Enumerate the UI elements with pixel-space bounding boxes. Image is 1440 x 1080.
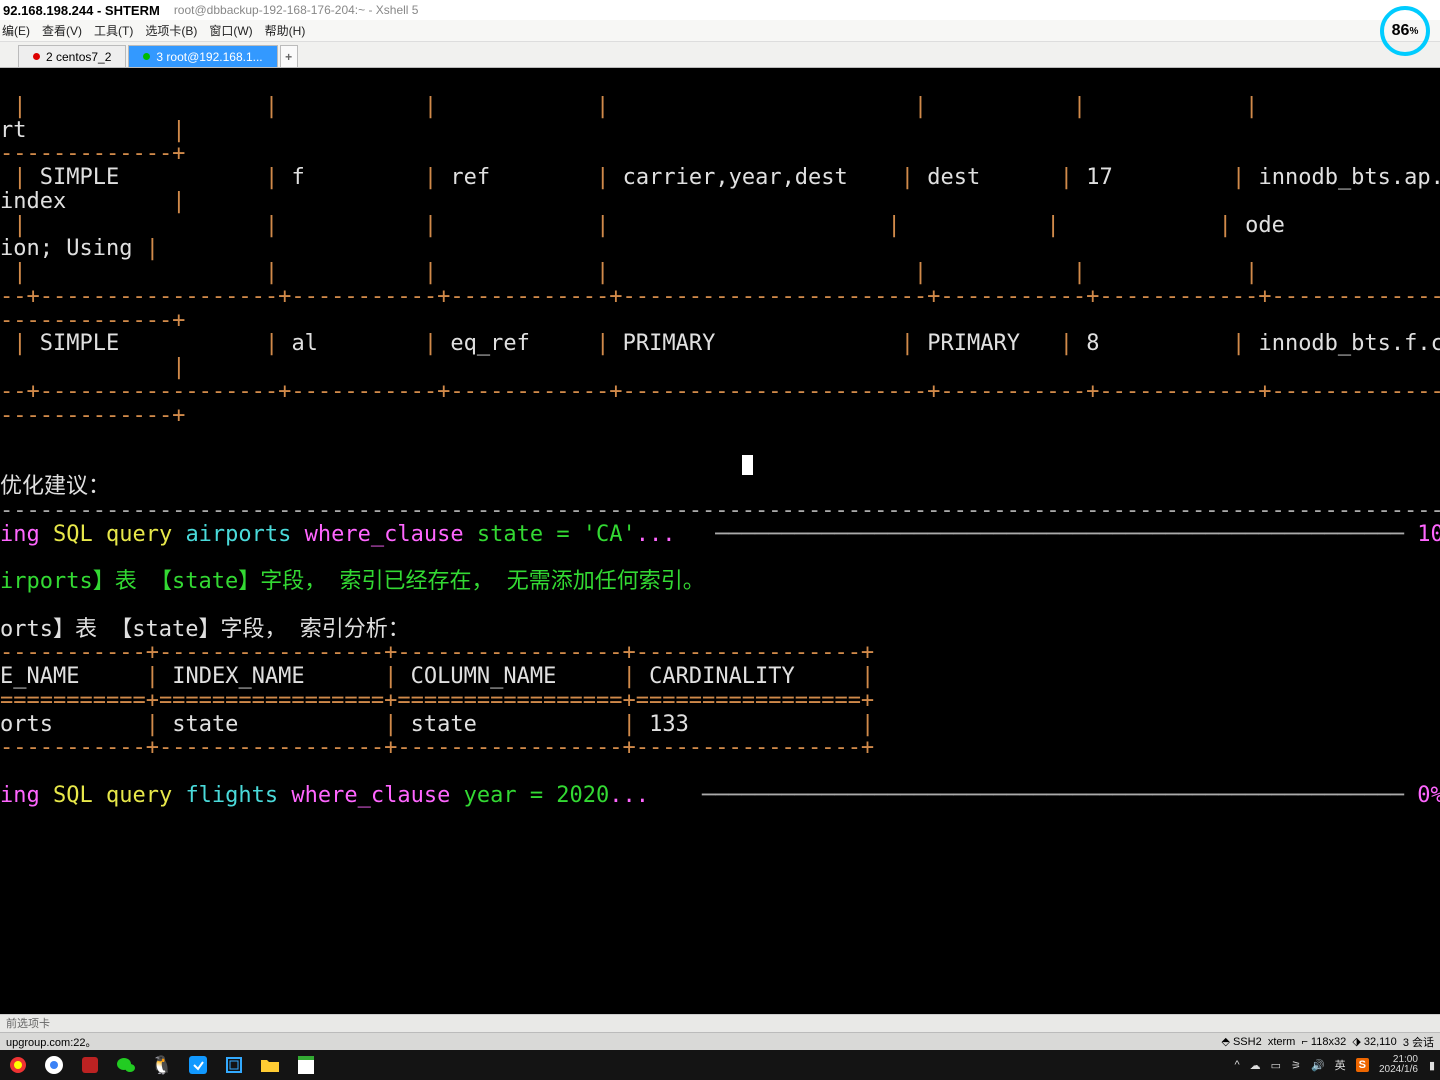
app-icon-2[interactable]: [180, 1050, 216, 1080]
menu-window[interactable]: 窗口(W): [209, 22, 252, 39]
status-sess: 3 会话: [1403, 1034, 1434, 1050]
tray-arrow-icon[interactable]: ^: [1235, 1059, 1240, 1071]
tray-wifi-icon[interactable]: ⚞: [1291, 1059, 1301, 1072]
hint-bar: 前选项卡: [0, 1014, 1440, 1032]
terminal[interactable]: | | | | | | | | | rt | -------------+ | …: [0, 68, 1440, 1014]
text-cursor: [742, 455, 753, 475]
tray-date: 2024/1/6: [1379, 1065, 1418, 1076]
tab-label: 2 centos7_2: [46, 50, 111, 64]
wechat-icon[interactable]: [108, 1050, 144, 1080]
menu-edit[interactable]: 编(E): [2, 22, 30, 39]
tab-add[interactable]: +: [280, 45, 298, 67]
vmware-icon[interactable]: [216, 1050, 252, 1080]
menu-tabs[interactable]: 选项卡(B): [145, 22, 197, 39]
tray-onedrive-icon[interactable]: ☁: [1250, 1059, 1261, 1072]
menu-bar: 编(E) 查看(V) 工具(T) 选项卡(B) 窗口(W) 帮助(H): [0, 20, 1440, 42]
window-title: 92.168.198.244 - SHTERM: [3, 3, 160, 18]
status-size: ⌐ 118x32: [1301, 1036, 1346, 1048]
cpu-value: 86: [1392, 22, 1410, 40]
tab-label: 3 root@192.168.1...: [156, 50, 262, 64]
tray-ime[interactable]: 英: [1335, 1057, 1346, 1073]
tray-volume-icon[interactable]: 🔊: [1311, 1059, 1325, 1072]
status-dot-icon: [143, 53, 150, 60]
notepad-icon[interactable]: [288, 1050, 324, 1080]
menu-view[interactable]: 查看(V): [42, 22, 82, 39]
xshell-icon[interactable]: [72, 1050, 108, 1080]
host-path: upgroup.com:22。: [6, 1034, 97, 1050]
menu-help[interactable]: 帮助(H): [265, 22, 306, 39]
taskbar: 🐧 ^ ☁ ▭ ⚞ 🔊 英 S 21:00 2024/1/6 ▮: [0, 1050, 1440, 1080]
hint-text: 前选项卡: [6, 1018, 50, 1030]
status-dot-icon: [33, 53, 40, 60]
status-term: xterm: [1268, 1036, 1296, 1048]
app-icon-1[interactable]: 🐧: [144, 1050, 180, 1080]
chrome-icon[interactable]: [36, 1050, 72, 1080]
cpu-gauge: 86%: [1380, 6, 1430, 56]
tray-notifications-icon[interactable]: ▮: [1429, 1059, 1435, 1072]
cpu-percent: %: [1409, 26, 1418, 37]
tray-battery-icon[interactable]: ▭: [1271, 1059, 1281, 1072]
tray-sogou-icon[interactable]: S: [1356, 1058, 1369, 1072]
window-subtitle: root@dbbackup-192-168-176-204:~ - Xshell…: [174, 3, 419, 17]
tab-root-192[interactable]: 3 root@192.168.1...: [128, 45, 277, 67]
explorer-icon[interactable]: [252, 1050, 288, 1080]
menu-tools[interactable]: 工具(T): [94, 22, 133, 39]
plus-icon: +: [285, 50, 292, 64]
titlebar: 92.168.198.244 - SHTERM root@dbbackup-19…: [0, 0, 1440, 20]
status-pos: ⬗ 32,110: [1352, 1035, 1396, 1048]
status-ssh: ⬘ SSH2: [1221, 1035, 1261, 1048]
tab-centos72[interactable]: 2 centos7_2: [18, 45, 126, 67]
start-button[interactable]: [0, 1050, 36, 1080]
status-bar: upgroup.com:22。 ⬘ SSH2 xterm ⌐ 118x32 ⬗ …: [0, 1032, 1440, 1050]
tray-clock[interactable]: 21:00 2024/1/6: [1379, 1055, 1418, 1076]
system-tray: ^ ☁ ▭ ⚞ 🔊 英 S 21:00 2024/1/6 ▮: [1230, 1055, 1440, 1076]
tab-row: 2 centos7_2 3 root@192.168.1... +: [0, 42, 1440, 68]
